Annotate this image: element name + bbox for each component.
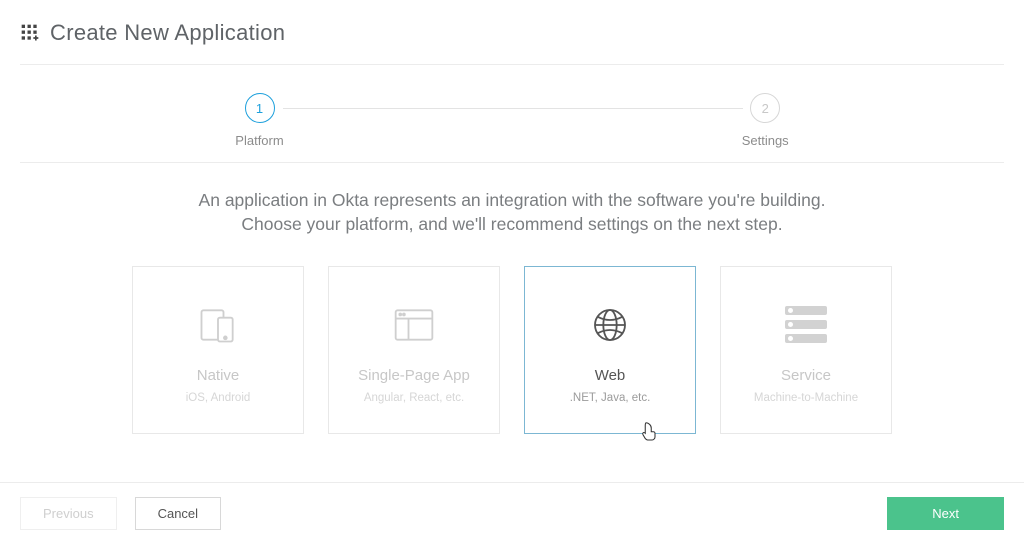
card-title: Web [595, 367, 626, 384]
step-label-1: Platform [235, 133, 283, 148]
intro-text: An application in Okta represents an int… [20, 163, 1004, 266]
apps-grid-icon [20, 23, 40, 43]
native-icon [196, 297, 240, 353]
step-connector [283, 108, 743, 109]
intro-line-2: Choose your platform, and we'll recommen… [60, 213, 964, 237]
card-subtitle: Machine-to-Machine [754, 392, 858, 404]
spa-icon [392, 297, 436, 353]
card-spa[interactable]: Single-Page App Angular, React, etc. [328, 266, 500, 434]
step-settings: 2 Settings [742, 93, 789, 148]
card-subtitle: .NET, Java, etc. [570, 392, 651, 404]
card-title: Native [197, 367, 240, 384]
platform-cards: Native iOS, Android Single-Page App Angu… [20, 266, 1004, 464]
web-globe-icon [590, 297, 630, 353]
next-button[interactable]: Next [887, 497, 1004, 530]
card-native[interactable]: Native iOS, Android [132, 266, 304, 434]
wizard-stepper: 1 Platform 2 Settings [20, 65, 1004, 163]
step-dot-2: 2 [750, 93, 780, 123]
service-icon [785, 297, 827, 353]
cancel-button[interactable]: Cancel [135, 497, 221, 530]
card-title: Single-Page App [358, 367, 470, 384]
previous-button: Previous [20, 497, 117, 530]
step-label-2: Settings [742, 133, 789, 148]
card-service[interactable]: Service Machine-to-Machine [720, 266, 892, 434]
step-dot-1: 1 [245, 93, 275, 123]
card-subtitle: iOS, Android [186, 392, 251, 404]
wizard-footer: Previous Cancel Next [0, 482, 1024, 530]
page-title: Create New Application [50, 20, 285, 46]
card-title: Service [781, 367, 831, 384]
card-subtitle: Angular, React, etc. [364, 392, 464, 404]
card-web[interactable]: Web .NET, Java, etc. [524, 266, 696, 434]
page-header: Create New Application [20, 20, 1004, 65]
intro-line-1: An application in Okta represents an int… [60, 189, 964, 213]
step-platform: 1 Platform [235, 93, 283, 148]
